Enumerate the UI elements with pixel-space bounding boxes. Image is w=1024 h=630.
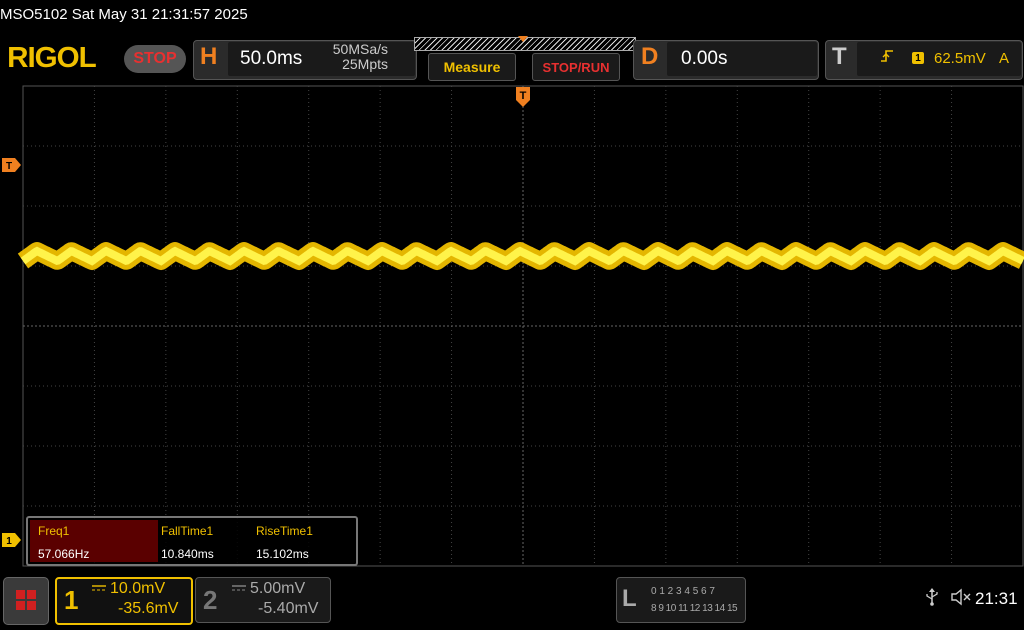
- measurement-label: Freq1: [38, 524, 70, 538]
- channel2-scale: 5.00mV: [250, 580, 306, 597]
- home-menu-button[interactable]: [3, 577, 49, 625]
- logic-analyzer-label: L: [622, 585, 637, 612]
- channel1-scale: 10.0mV: [110, 580, 166, 597]
- channel1-marker-label: 1: [6, 536, 12, 547]
- measurement-value: 57.066Hz: [38, 547, 90, 561]
- channel1-number: 1: [64, 585, 79, 615]
- clock: 21:31: [975, 589, 1018, 608]
- measurement-label: RiseTime1: [256, 524, 313, 538]
- digital-channels-8-15: 8 9 10 11 12 13 14 15: [651, 603, 738, 614]
- measurement-label: FallTime1: [161, 524, 214, 538]
- channel1-offset-marker[interactable]: 1: [2, 533, 22, 547]
- channel2-offset: -5.40mV: [258, 600, 319, 617]
- channel1-waveform: [15, 242, 1024, 270]
- dc-coupling-icon: [232, 584, 246, 596]
- measurement-freq[interactable]: Freq1 57.066Hz: [30, 520, 158, 562]
- usb-icon: [925, 588, 939, 611]
- trigger-level-marker-label: T: [6, 161, 12, 172]
- trigger-position-top-marker[interactable]: T: [515, 86, 531, 108]
- measurement-falltime[interactable]: FallTime1 10.840ms: [158, 520, 254, 562]
- digital-channels-0-7: 0 1 2 3 4 5 6 7: [651, 586, 715, 597]
- dc-coupling-icon: [92, 584, 106, 596]
- channel2-number: 2: [203, 585, 218, 615]
- trigger-level-marker[interactable]: T: [2, 158, 22, 172]
- measurement-value: 15.102ms: [256, 547, 309, 561]
- grid-menu-icon: [16, 590, 36, 610]
- speaker-muted-icon[interactable]: [951, 588, 971, 611]
- trigger-top-marker-label: T: [520, 90, 527, 102]
- measurement-results-panel[interactable]: Freq1 57.066Hz FallTime1 10.840ms RiseTi…: [26, 516, 358, 566]
- measurement-value: 10.840ms: [161, 547, 214, 561]
- channel1-offset: -35.6mV: [118, 600, 179, 617]
- measurement-risetime[interactable]: RiseTime1 15.102ms: [254, 520, 352, 562]
- graticule: [22, 85, 1024, 567]
